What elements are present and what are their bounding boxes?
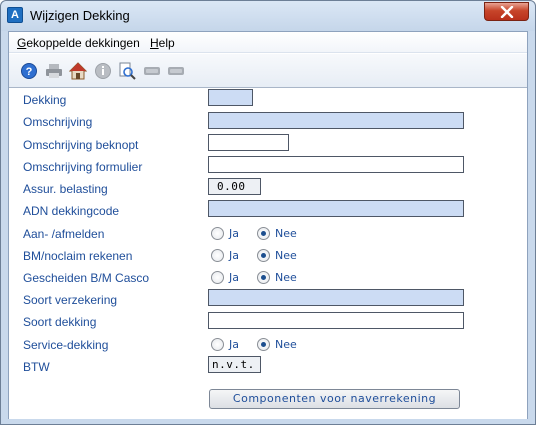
dekking-field[interactable]	[208, 89, 253, 106]
print-icon[interactable]	[45, 62, 63, 80]
omschrijving-formulier-field[interactable]	[208, 156, 464, 173]
service-dekking-nee-label: Nee	[275, 338, 297, 351]
search-document-icon[interactable]	[118, 62, 136, 80]
menu-help-label: Help	[150, 36, 175, 50]
aan-afmelden-nee-label: Nee	[275, 227, 297, 240]
svg-text:?: ?	[26, 66, 33, 78]
label-omschrijving-formulier: Omschrijving formulier	[23, 160, 143, 174]
aan-afmelden-ja-label: Ja	[229, 227, 239, 240]
record-icon[interactable]	[143, 62, 161, 80]
menu-gekoppelde-dekkingen-label: Gekoppelde dekkingen	[17, 36, 140, 50]
menu-help[interactable]: Help	[150, 36, 175, 50]
label-soort-verzekering: Soort verzekering	[23, 293, 118, 307]
gescheiden-bm-nee-radio[interactable]	[257, 271, 270, 284]
adn-dekkingcode-field[interactable]	[208, 200, 464, 217]
soort-verzekering-field[interactable]	[208, 289, 464, 306]
omschrijving-field[interactable]	[208, 112, 464, 129]
toolbar: ?	[9, 54, 527, 88]
soort-dekking-field[interactable]	[208, 312, 464, 329]
label-omschrijving: Omschrijving	[23, 115, 93, 129]
bm-noclaim-nee-label: Nee	[275, 249, 297, 262]
close-button[interactable]	[484, 2, 529, 21]
omschrijving-beknopt-field[interactable]	[208, 134, 289, 151]
bm-noclaim-ja-radio[interactable]	[211, 249, 224, 262]
label-btw: BTW	[23, 360, 50, 374]
label-omschrijving-beknopt: Omschrijving beknopt	[23, 138, 139, 152]
aan-afmelden-ja-radio[interactable]	[211, 227, 224, 240]
label-bm-noclaim: BM/noclaim rekenen	[23, 249, 133, 263]
label-dekking: Dekking	[23, 93, 67, 107]
record-icon-2[interactable]	[167, 62, 185, 80]
app-icon: A	[7, 7, 23, 23]
label-assur-belasting: Assur. belasting	[23, 182, 108, 196]
aan-afmelden-nee-radio[interactable]	[257, 227, 270, 240]
client-area: Gekoppelde dekkingen Help ? Dekking Omsc…	[8, 31, 528, 419]
label-soort-dekking: Soort dekking	[23, 315, 97, 329]
label-service-dekking: Service-dekking	[23, 338, 109, 352]
title-bar[interactable]: A Wijzigen Dekking	[1, 1, 535, 31]
assur-belasting-field[interactable]: 0.00	[208, 178, 261, 195]
gescheiden-bm-ja-label: Ja	[229, 271, 239, 284]
close-icon	[500, 6, 514, 18]
bm-noclaim-nee-radio[interactable]	[257, 249, 270, 262]
menu-bar: Gekoppelde dekkingen Help	[9, 32, 527, 53]
label-adn-dekkingcode: ADN dekkingcode	[23, 204, 120, 218]
label-gescheiden-bm: Gescheiden B/M Casco	[23, 271, 150, 285]
service-dekking-ja-radio[interactable]	[211, 338, 224, 351]
service-dekking-nee-radio[interactable]	[257, 338, 270, 351]
label-aan-afmelden: Aan- /afmelden	[23, 227, 105, 241]
window: A Wijzigen Dekking Gekoppelde dekkingen …	[0, 0, 536, 425]
componenten-button[interactable]: Componenten voor naverrekening	[209, 389, 460, 409]
service-dekking-ja-label: Ja	[229, 338, 239, 351]
gescheiden-bm-ja-radio[interactable]	[211, 271, 224, 284]
gescheiden-bm-nee-label: Nee	[275, 271, 297, 284]
menu-gekoppelde-dekkingen[interactable]: Gekoppelde dekkingen	[17, 36, 140, 50]
help-icon[interactable]: ?	[20, 62, 38, 80]
info-icon[interactable]	[94, 62, 112, 80]
window-title: Wijzigen Dekking	[30, 8, 130, 23]
bm-noclaim-ja-label: Ja	[229, 249, 239, 262]
home-icon[interactable]	[69, 62, 87, 80]
form-area: Dekking Omschrijving Omschrijving beknop…	[9, 89, 527, 419]
btw-field[interactable]: n.v.t.	[208, 356, 261, 373]
